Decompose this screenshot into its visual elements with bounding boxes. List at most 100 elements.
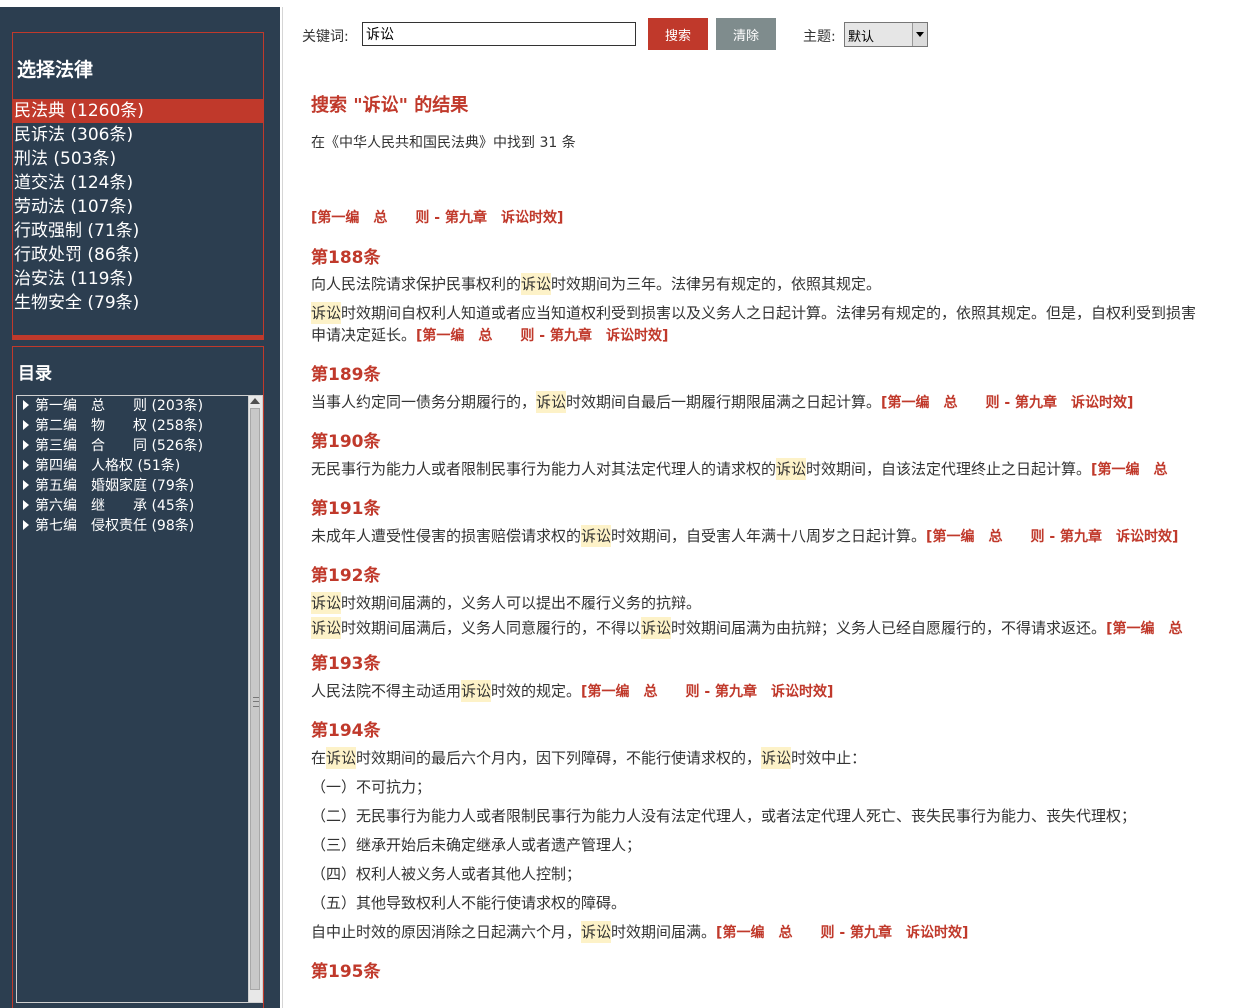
results-title: 搜索 "诉讼" 的结果 xyxy=(311,95,469,116)
law-item-civil-procedure[interactable]: 民诉法 (306条) xyxy=(13,123,263,147)
toc-item-label: 第二编 物 权 (258条) xyxy=(35,418,204,434)
article-192-paragraph-2: 诉讼时效期间届满后，义务人同意履行的，不得以诉讼时效期间届满为由抗辩；义务人已经… xyxy=(311,617,1183,639)
article-193-title: 第193条 xyxy=(311,654,381,674)
law-item-civil-code[interactable]: 民法典 (1260条) xyxy=(13,99,263,123)
results-summary: 在《中华人民共和国民法典》中找到 31 条 xyxy=(311,135,576,151)
toc-item-part-2[interactable]: 第二编 物 权 (258条) xyxy=(17,416,249,436)
article-source-link[interactable]: [第一编 总 则 - 第九章 诉讼时效] xyxy=(881,395,1133,411)
toc-heading: 目录 xyxy=(18,364,52,384)
article-192-paragraph-1: 诉讼时效期间届满的，义务人可以提出不履行义务的抗辩。 xyxy=(311,592,702,614)
article-194-item-3: （三）继承开始后未确定继承人或者遗产管理人； xyxy=(311,836,642,854)
toc-item-part-4[interactable]: 第四编 人格权 (51条) xyxy=(17,456,249,476)
law-item-labor-law[interactable]: 劳动法 (107条) xyxy=(13,195,263,219)
expand-triangle-icon[interactable] xyxy=(23,440,29,450)
clear-button[interactable]: 清除 xyxy=(716,18,776,50)
keyword-highlight: 诉讼 xyxy=(311,302,342,324)
search-button[interactable]: 搜索 xyxy=(648,18,708,50)
article-192-title: 第192条 xyxy=(311,566,381,586)
article-source-link[interactable]: [第一编 总 则 - 第九章 诉讼时效] xyxy=(581,684,833,700)
keyword-highlight: 诉讼 xyxy=(581,525,612,547)
keyword-highlight: 诉讼 xyxy=(326,747,357,769)
article-source-link[interactable]: [第一编 总 则 - 第九章 诉讼时效] xyxy=(926,529,1178,545)
article-194-item-2: （二）无民事行为能力人或者限制民事行为能力人没有法定代理人，或者法定代理人死亡、… xyxy=(311,807,1137,825)
article-194-paragraph-1: 在诉讼时效期间的最后六个月内，因下列障碍，不能行使请求权的，诉讼时效中止： xyxy=(311,747,867,769)
keyword-highlight: 诉讼 xyxy=(776,458,807,480)
law-item-criminal-law[interactable]: 刑法 (503条) xyxy=(13,147,263,171)
window-title-strip xyxy=(0,0,1250,7)
article-189-title: 第189条 xyxy=(311,365,381,385)
article-194-item-5: （五）其他导致权利人不能行使请求权的障碍。 xyxy=(311,894,627,912)
law-item-public-security[interactable]: 治安法 (119条) xyxy=(13,267,263,291)
article-source-link[interactable]: [第一编 总 则 - 第九章 诉讼时效] xyxy=(416,328,668,344)
search-toolbar: 关键词: 搜索 清除 主题: 默认 xyxy=(282,7,1250,63)
keyword-highlight: 诉讼 xyxy=(761,747,792,769)
article-source-link[interactable]: [第一编 总 则 - 第九章 诉讼时效] xyxy=(716,925,968,941)
sidebar: 选择法律 民法典 (1260条) 民诉法 (306条) 刑法 (503条) 道交… xyxy=(0,7,280,1008)
article-194-paragraph-2: 自中止时效的原因消除之日起满六个月，诉讼时效期间届满。[第一编 总 则 - 第九… xyxy=(311,921,969,943)
toc-list: 第一编 总 则 (203条) 第二编 物 权 (258条) 第三编 合 同 (5… xyxy=(17,396,249,536)
toc-item-part-7[interactable]: 第七编 侵权责任 (98条) xyxy=(17,516,249,536)
article-source-link[interactable]: [第一编 总 xyxy=(1091,462,1167,478)
article-190-text: 无民事行为能力人或者限制民事行为能力人对其法定代理人的请求权的诉讼时效期间，自该… xyxy=(311,458,1168,480)
grip-icon xyxy=(253,697,259,707)
toc-item-part-6[interactable]: 第六编 继 承 (45条) xyxy=(17,496,249,516)
main-content: 关键词: 搜索 清除 主题: 默认 搜索 "诉讼" 的结果 在《中华人民共和国民… xyxy=(282,7,1250,1008)
keyword-highlight: 诉讼 xyxy=(536,391,567,413)
article-188-title: 第188条 xyxy=(311,248,381,268)
toc-item-part-3[interactable]: 第三编 合 同 (526条) xyxy=(17,436,249,456)
toc-item-label: 第五编 婚姻家庭 (79条) xyxy=(35,478,195,494)
article-195-title: 第195条 xyxy=(311,962,381,982)
law-item-admin-penalty[interactable]: 行政处罚 (86条) xyxy=(13,243,263,267)
toc-item-part-5[interactable]: 第五编 婚姻家庭 (79条) xyxy=(17,476,249,496)
toc-item-part-1[interactable]: 第一编 总 则 (203条) xyxy=(17,396,249,416)
expand-triangle-icon[interactable] xyxy=(23,500,29,510)
article-source-link[interactable]: [第一编 总 xyxy=(1106,621,1182,637)
article-190-title: 第190条 xyxy=(311,432,381,452)
expand-triangle-icon[interactable] xyxy=(23,460,29,470)
expand-triangle-icon[interactable] xyxy=(23,480,29,490)
law-item-admin-enforcement[interactable]: 行政强制 (71条) xyxy=(13,219,263,243)
article-188-paragraph-1: 向人民法院请求保护民事权利的诉讼时效期间为三年。法律另有规定的，依照其规定。 xyxy=(311,273,882,295)
law-selector-panel: 选择法律 民法典 (1260条) 民诉法 (306条) 刑法 (503条) 道交… xyxy=(12,32,264,340)
article-191-title: 第191条 xyxy=(311,499,381,519)
expand-triangle-icon[interactable] xyxy=(23,420,29,430)
keyword-highlight: 诉讼 xyxy=(461,680,492,702)
toc-item-label: 第六编 继 承 (45条) xyxy=(35,498,195,514)
article-194-title: 第194条 xyxy=(311,721,381,741)
law-item-biosecurity[interactable]: 生物安全 (79条) xyxy=(13,291,263,315)
scroll-up-arrow-icon[interactable] xyxy=(250,398,260,404)
law-selector-heading: 选择法律 xyxy=(17,59,94,81)
theme-select[interactable]: 默认 xyxy=(844,22,928,47)
toc-item-label: 第一编 总 则 (203条) xyxy=(35,398,204,414)
article-194-item-4: （四）权利人被义务人或者其他人控制； xyxy=(311,865,582,883)
toc-item-label: 第四编 人格权 (51条) xyxy=(35,458,181,474)
theme-label: 主题: xyxy=(803,29,836,45)
law-list: 民法典 (1260条) 民诉法 (306条) 刑法 (503条) 道交法 (12… xyxy=(13,99,263,315)
keyword-input[interactable] xyxy=(362,22,636,46)
keyword-highlight: 诉讼 xyxy=(641,617,672,639)
toc-item-label: 第三编 合 同 (526条) xyxy=(35,438,204,454)
toc-item-label: 第七编 侵权责任 (98条) xyxy=(35,518,195,534)
article-191-text: 未成年人遭受性侵害的损害赔偿请求权的诉讼时效期间，自受害人年满十八周岁之日起计算… xyxy=(311,525,1179,547)
law-panel-divider xyxy=(13,335,263,339)
scroll-thumb[interactable] xyxy=(250,408,260,990)
toc-panel: 目录 第一编 总 则 (203条) 第二编 物 权 (258条) 第三编 合 同… xyxy=(12,346,264,1008)
article-189-text: 当事人约定同一债务分期履行的，诉讼时效期间自最后一期履行期限届满之日起计算。[第… xyxy=(311,391,1134,413)
theme-select-value: 默认 xyxy=(848,30,875,45)
results-section-heading[interactable]: [第一编 总 则 - 第九章 诉讼时效] xyxy=(311,207,563,227)
keyword-highlight: 诉讼 xyxy=(311,592,342,614)
chevron-down-icon[interactable] xyxy=(912,23,927,46)
keyword-highlight: 诉讼 xyxy=(581,921,612,943)
article-188-paragraph-2: 诉讼时效期间自权利人知道或者应当知道权利受到损害以及义务人之日起计算。法律另有规… xyxy=(311,302,1197,324)
keyword-highlight: 诉讼 xyxy=(521,273,552,295)
toc-scrollbar[interactable] xyxy=(248,396,262,1002)
keyword-label: 关键词: xyxy=(302,29,349,45)
keyword-highlight: 诉讼 xyxy=(311,617,342,639)
expand-triangle-icon[interactable] xyxy=(23,400,29,410)
law-item-traffic-law[interactable]: 道交法 (124条) xyxy=(13,171,263,195)
article-188-paragraph-3: 申请决定延长。[第一编 总 则 - 第九章 诉讼时效] xyxy=(311,326,669,344)
article-193-text: 人民法院不得主动适用诉讼时效的规定。[第一编 总 则 - 第九章 诉讼时效] xyxy=(311,680,834,702)
article-194-item-1: （一）不可抗力； xyxy=(311,778,432,796)
toc-tree: 第一编 总 则 (203条) 第二编 物 权 (258条) 第三编 合 同 (5… xyxy=(16,395,263,1003)
expand-triangle-icon[interactable] xyxy=(23,520,29,530)
